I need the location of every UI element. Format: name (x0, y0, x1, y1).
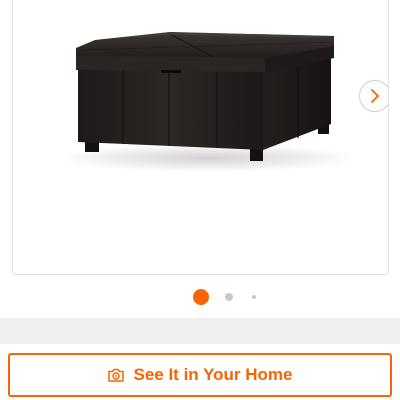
image-pagination (0, 289, 400, 305)
see-it-in-your-home-button[interactable]: See It in Your Home (8, 353, 392, 397)
camera-ar-icon (108, 368, 125, 382)
pagination-dot[interactable] (225, 293, 233, 301)
chevron-right-icon (371, 89, 379, 103)
section-divider (0, 318, 400, 344)
product-page: See It in Your Home (0, 0, 400, 400)
product-image[interactable] (13, 0, 388, 274)
pagination-dot[interactable] (252, 295, 256, 299)
see-it-in-your-home-label: See It in Your Home (133, 365, 293, 384)
pagination-dot-active[interactable] (193, 289, 209, 305)
next-image-button[interactable] (359, 80, 388, 112)
product-image-card (12, 0, 389, 275)
